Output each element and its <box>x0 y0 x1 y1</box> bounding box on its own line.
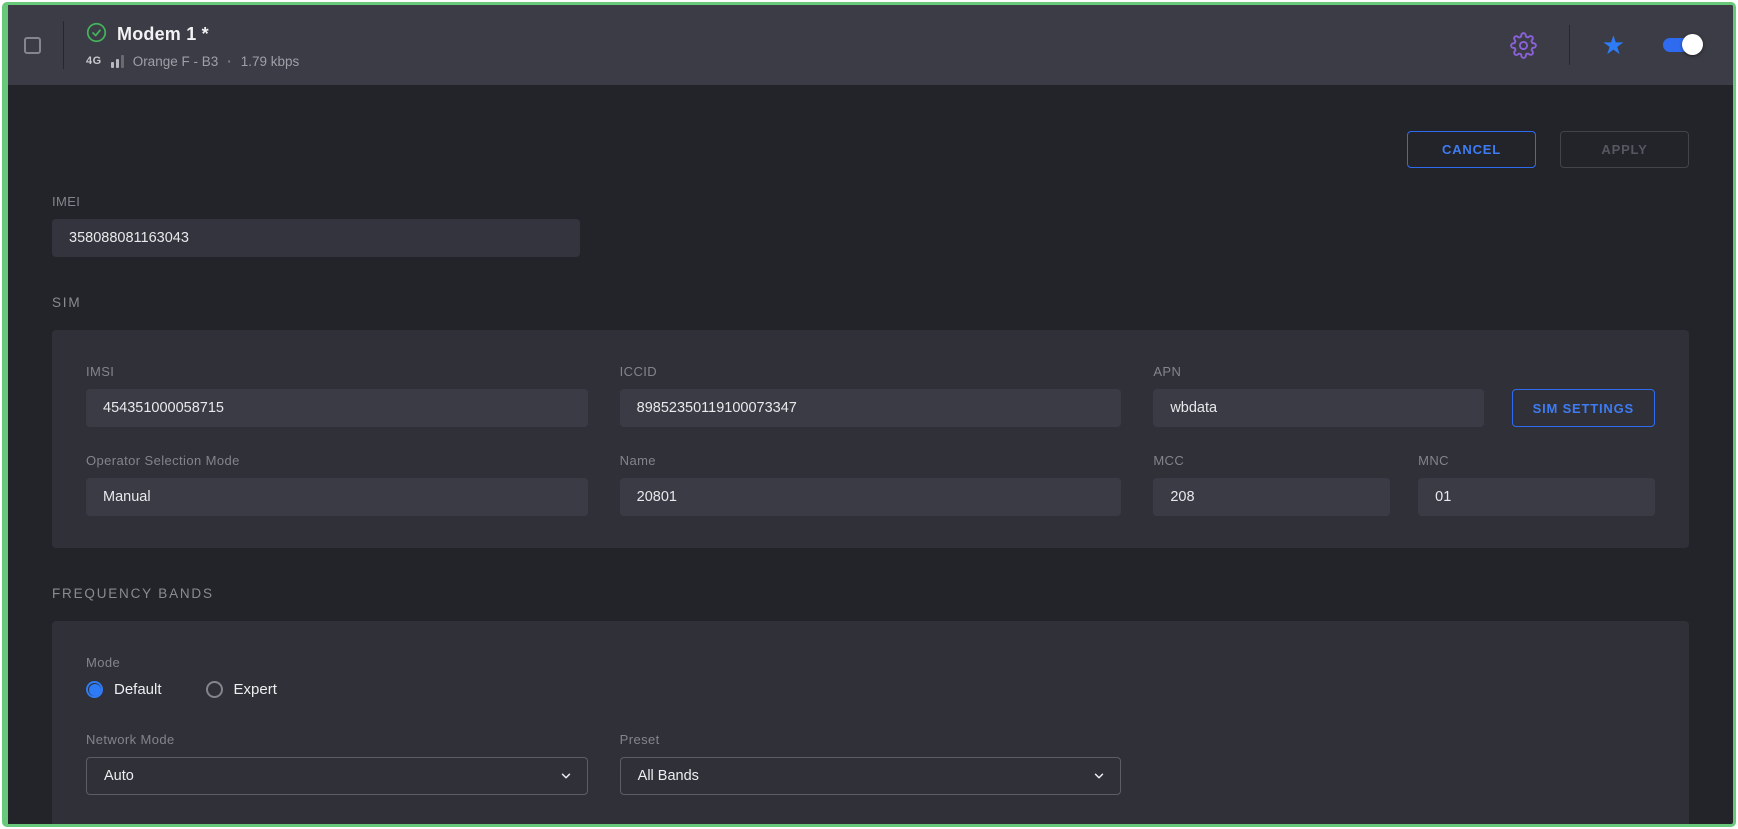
imei-field: IMEI <box>52 192 580 257</box>
signal-bars-icon <box>111 55 124 68</box>
modem-status-block: Modem 1 * 4G Orange F - B3 · 1.79 kbps <box>86 22 299 69</box>
header-actions: ★ <box>1506 25 1703 65</box>
header-divider <box>1569 25 1570 65</box>
header-divider <box>63 21 64 69</box>
network-mode-label: Network Mode <box>86 730 588 749</box>
modem-header: Modem 1 * 4G Orange F - B3 · 1.79 kbps ★ <box>8 5 1733 85</box>
sim-settings-button[interactable]: SIM SETTINGS <box>1512 389 1655 427</box>
operator-selection-mode-input[interactable] <box>86 478 588 516</box>
mode-radio-default[interactable]: Default <box>86 681 162 698</box>
name-field: Name <box>620 451 1122 516</box>
mcc-field: MCC <box>1153 451 1390 516</box>
mode-radio-expert[interactable]: Expert <box>206 681 277 698</box>
name-label: Name <box>620 451 1122 470</box>
network-mode-field: Network Mode Auto <box>86 730 588 795</box>
modem-title: Modem 1 * <box>117 24 209 45</box>
frequency-bands-section-label: FREQUENCY BANDS <box>52 584 1689 603</box>
imei-input[interactable] <box>52 219 580 257</box>
separator-dot: · <box>227 54 232 69</box>
imsi-field: IMSI <box>86 362 588 427</box>
modem-enable-toggle[interactable] <box>1663 34 1703 56</box>
cancel-button[interactable]: CANCEL <box>1407 131 1536 168</box>
mnc-label: MNC <box>1418 451 1655 470</box>
mode-label: Mode <box>86 653 1655 672</box>
apn-label: APN <box>1153 362 1483 381</box>
preset-label: Preset <box>620 730 1122 749</box>
select-modem-checkbox[interactable] <box>24 37 41 54</box>
mcc-input[interactable] <box>1153 478 1390 516</box>
chevron-down-icon <box>559 769 573 783</box>
modem-settings-window: Modem 1 * 4G Orange F - B3 · 1.79 kbps ★ <box>2 2 1736 827</box>
operator-selection-mode-label: Operator Selection Mode <box>86 451 588 470</box>
network-mode-select[interactable]: Auto <box>86 757 588 795</box>
frequency-bands-card: Mode Default Expert Network Mode Auto <box>52 621 1689 827</box>
preset-select[interactable]: All Bands <box>620 757 1122 795</box>
iccid-label: ICCID <box>620 362 1122 381</box>
radio-selected-icon <box>86 681 103 698</box>
throughput-label: 1.79 kbps <box>241 54 300 69</box>
gear-icon <box>1510 32 1537 59</box>
settings-gear-button[interactable] <box>1506 28 1541 63</box>
mcc-label: MCC <box>1153 451 1390 470</box>
imei-label: IMEI <box>52 192 580 211</box>
imsi-label: IMSI <box>86 362 588 381</box>
operator-label: Orange F - B3 <box>133 54 219 69</box>
preset-field: Preset All Bands <box>620 730 1122 795</box>
name-input[interactable] <box>620 478 1122 516</box>
imsi-input[interactable] <box>86 389 588 427</box>
sim-card: IMSI ICCID APN SIM SETTINGS Oper <box>52 330 1689 548</box>
sim-section-label: SIM <box>52 293 1689 312</box>
operator-selection-mode-field: Operator Selection Mode <box>86 451 588 516</box>
apn-input[interactable] <box>1153 389 1483 427</box>
favorite-star-button[interactable]: ★ <box>1598 28 1629 62</box>
network-type-label: 4G <box>86 55 102 67</box>
iccid-input[interactable] <box>620 389 1122 427</box>
apn-field: APN <box>1153 362 1483 427</box>
mnc-input[interactable] <box>1418 478 1655 516</box>
mode-radio-group: Default Expert <box>86 681 1655 698</box>
form-actions: CANCEL APPLY <box>52 131 1689 168</box>
iccid-field: ICCID <box>620 362 1122 427</box>
star-icon: ★ <box>1602 32 1625 58</box>
apply-button: APPLY <box>1560 131 1689 168</box>
radio-unselected-icon <box>206 681 223 698</box>
status-ok-icon <box>86 22 107 48</box>
mnc-field: MNC <box>1418 451 1655 516</box>
chevron-down-icon <box>1092 769 1106 783</box>
